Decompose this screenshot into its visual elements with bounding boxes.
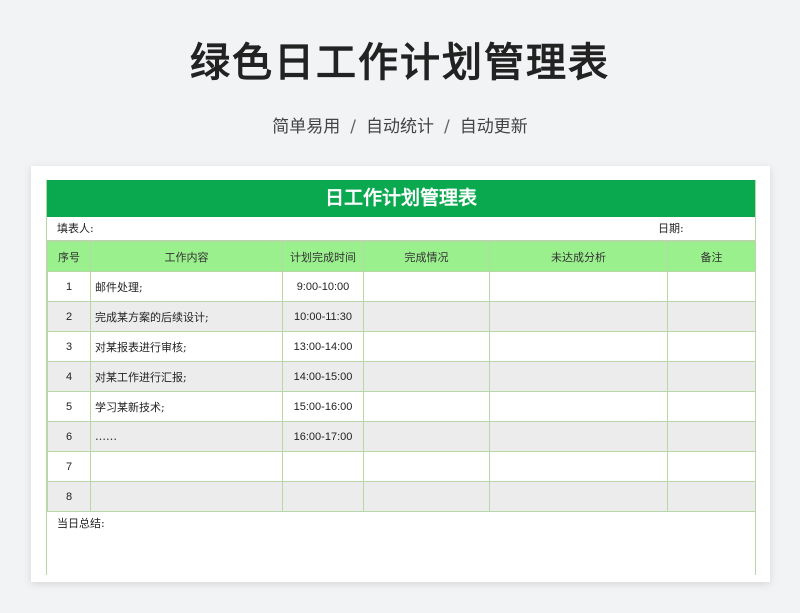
row-number: 2 xyxy=(47,301,91,332)
table-row: 1 邮件处理; 9:00-10:00 xyxy=(47,271,756,302)
work-content-cell[interactable]: 对某报表进行审核; xyxy=(90,331,283,362)
daily-summary[interactable]: 当日总结: xyxy=(47,512,755,575)
analysis-cell[interactable] xyxy=(489,421,668,452)
planned-time-cell[interactable]: 16:00-17:00 xyxy=(282,421,364,452)
remark-cell[interactable] xyxy=(667,301,756,332)
table-row: 7 xyxy=(47,451,756,482)
work-content-cell[interactable] xyxy=(90,481,283,512)
table-row: 6 …… 16:00-17:00 xyxy=(47,421,756,452)
work-content-cell[interactable] xyxy=(90,451,283,482)
status-cell[interactable] xyxy=(363,481,490,512)
analysis-cell[interactable] xyxy=(489,451,668,482)
table-row: 4 对某工作进行汇报; 14:00-15:00 xyxy=(47,361,756,392)
remark-cell[interactable] xyxy=(667,331,756,362)
analysis-cell[interactable] xyxy=(489,301,668,332)
planned-time-cell[interactable] xyxy=(282,451,364,482)
remark-cell[interactable] xyxy=(667,481,756,512)
status-cell[interactable] xyxy=(363,301,490,332)
table-row: 2 完成某方案的后续设计; 10:00-11:30 xyxy=(47,301,756,332)
row-number: 8 xyxy=(47,481,91,512)
work-content-cell[interactable]: 完成某方案的后续设计; xyxy=(90,301,283,332)
work-content-cell[interactable]: …… xyxy=(90,421,283,452)
remark-cell[interactable] xyxy=(667,271,756,302)
analysis-cell[interactable] xyxy=(489,331,668,362)
analysis-cell[interactable] xyxy=(489,271,668,302)
plan-table: 序号 工作内容 计划完成时间 完成情况 未达成分析 备注 1 邮件处理; 9:0… xyxy=(47,241,756,512)
status-cell[interactable] xyxy=(363,451,490,482)
feature-easy: 简单易用 xyxy=(272,117,341,137)
column-header-analysis: 未达成分析 xyxy=(489,241,668,272)
column-header-content: 工作内容 xyxy=(90,241,283,272)
work-content-cell[interactable]: 邮件处理; xyxy=(90,271,283,302)
column-header-remark: 备注 xyxy=(667,241,756,272)
page-title: 绿色日工作计划管理表 xyxy=(190,40,610,86)
table-header-row: 序号 工作内容 计划完成时间 完成情况 未达成分析 备注 xyxy=(47,241,756,272)
row-number: 5 xyxy=(47,391,91,422)
status-cell[interactable] xyxy=(363,331,490,362)
status-cell[interactable] xyxy=(363,361,490,392)
planned-time-cell[interactable] xyxy=(282,481,364,512)
work-plan-sheet: 日工作计划管理表 填表人: 日期: 序号 工作内容 计划完成时间 完成情况 未达… xyxy=(46,180,756,575)
analysis-cell[interactable] xyxy=(489,391,668,422)
work-content-cell[interactable]: 对某工作进行汇报; xyxy=(90,361,283,392)
row-number: 1 xyxy=(47,271,91,302)
summary-label: 当日总结: xyxy=(57,517,105,530)
row-number: 7 xyxy=(47,451,91,482)
planned-time-cell[interactable]: 13:00-14:00 xyxy=(282,331,364,362)
planned-time-cell[interactable]: 15:00-16:00 xyxy=(282,391,364,422)
filler-label: 填表人: xyxy=(57,222,94,235)
column-header-status: 完成情况 xyxy=(363,241,490,272)
table-row: 8 xyxy=(47,481,756,512)
meta-row: 填表人: 日期: xyxy=(47,217,755,241)
status-cell[interactable] xyxy=(363,391,490,422)
remark-cell[interactable] xyxy=(667,391,756,422)
table-row: 3 对某报表进行审核; 13:00-14:00 xyxy=(47,331,756,362)
analysis-cell[interactable] xyxy=(489,361,668,392)
planned-time-cell[interactable]: 10:00-11:30 xyxy=(282,301,364,332)
row-number: 6 xyxy=(47,421,91,452)
column-header-no: 序号 xyxy=(47,241,91,272)
sheet-preview-card: 日工作计划管理表 填表人: 日期: 序号 工作内容 计划完成时间 完成情况 未达… xyxy=(31,166,770,582)
date-label: 日期: xyxy=(658,222,684,235)
status-cell[interactable] xyxy=(363,271,490,302)
feature-auto-stat: 自动统计 xyxy=(366,117,434,137)
row-number: 3 xyxy=(47,331,91,362)
separator: / xyxy=(350,117,356,137)
planned-time-cell[interactable]: 14:00-15:00 xyxy=(282,361,364,392)
feature-auto-update: 自动更新 xyxy=(459,117,528,137)
status-cell[interactable] xyxy=(363,421,490,452)
row-number: 4 xyxy=(47,361,91,392)
analysis-cell[interactable] xyxy=(489,481,668,512)
remark-cell[interactable] xyxy=(667,451,756,482)
planned-time-cell[interactable]: 9:00-10:00 xyxy=(282,271,364,302)
remark-cell[interactable] xyxy=(667,361,756,392)
feature-tagline: 简单易用 / 自动统计 / 自动更新 xyxy=(0,112,800,137)
remark-cell[interactable] xyxy=(667,421,756,452)
column-header-time: 计划完成时间 xyxy=(282,241,364,272)
table-row: 5 学习某新技术; 15:00-16:00 xyxy=(47,391,756,422)
sheet-title: 日工作计划管理表 xyxy=(47,180,755,217)
separator: / xyxy=(444,117,450,137)
work-content-cell[interactable]: 学习某新技术; xyxy=(90,391,283,422)
